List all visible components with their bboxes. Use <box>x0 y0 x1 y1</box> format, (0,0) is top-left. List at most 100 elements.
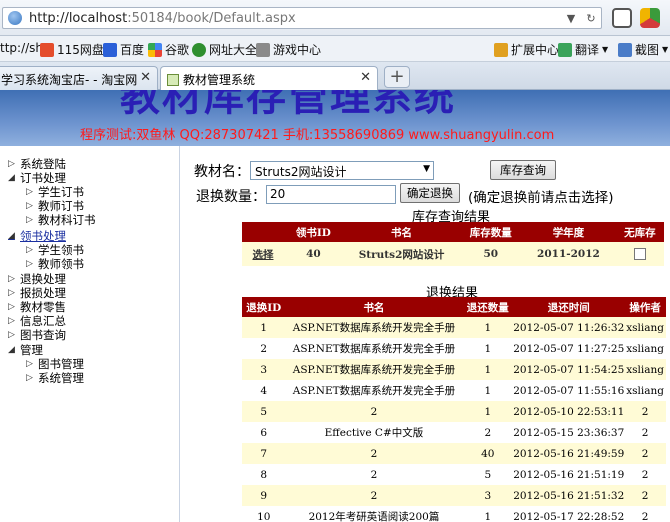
site-title: 教材库存管理系统 <box>120 90 456 120</box>
baidu-icon <box>103 42 117 57</box>
tab-textbook-system[interactable]: 教材管理系统 ✕ <box>160 66 378 90</box>
returns-cell: ASP.NET数据库系统开发完全手册 <box>285 359 463 380</box>
bookmark-item[interactable]: ttp://sh <box>0 41 43 55</box>
chevron-down-icon: ▼ <box>662 45 669 54</box>
sidebar-item[interactable]: ▷ 系统管理 <box>26 370 84 386</box>
chevron-down-icon: ▼ <box>602 45 609 54</box>
returns-col-header: 退还数量 <box>462 297 514 317</box>
bookmark-item[interactable]: 网址大全 <box>192 41 257 58</box>
stock-query-button[interactable]: 库存查询 <box>490 160 556 180</box>
returns-cell: Effective C#中文版 <box>285 422 463 443</box>
stock-col-header: 库存数量 <box>460 222 522 242</box>
collapsed-triangle-icon[interactable]: ▷ <box>26 215 38 225</box>
bookmark-item[interactable]: 百度 <box>103 41 144 58</box>
refresh-icon[interactable]: ↻ <box>583 12 599 26</box>
expanded-triangle-icon[interactable]: ◢ <box>8 345 20 355</box>
returns-cell: 1 <box>242 317 286 338</box>
returns-cell: 2 <box>624 422 666 443</box>
collapsed-triangle-icon[interactable]: ▷ <box>8 316 20 326</box>
returns-cell: 2 <box>285 401 463 422</box>
returns-cell: xsliang <box>624 380 666 401</box>
confirm-return-button[interactable]: 确定退换 <box>400 183 460 203</box>
returns-cell: 5 <box>462 464 514 485</box>
collapsed-triangle-icon[interactable]: ▷ <box>26 201 38 211</box>
bookmark-item[interactable]: 谷歌 <box>148 41 189 58</box>
extension-icon[interactable] <box>640 8 660 28</box>
returns-cell: 2 <box>624 443 666 464</box>
collapsed-triangle-icon[interactable]: ▷ <box>26 245 38 255</box>
bookmark-item[interactable]: 115网盘 <box>40 41 104 58</box>
returns-row: 9 2 3 2012-05-16 21:51:32 2 <box>242 485 666 506</box>
returns-cell: 7 <box>242 443 286 464</box>
returns-col-header: 退换ID <box>242 297 286 317</box>
dropdown-icon[interactable]: ▼ <box>563 12 579 26</box>
screenshot-button[interactable]: 截图 ▼ <box>618 41 668 58</box>
url-text[interactable]: http://localhost:50184/book/Default.aspx <box>29 11 296 26</box>
returns-cell: 5 <box>242 401 286 422</box>
url-host: http://localhost <box>29 11 128 26</box>
returns-cell: ASP.NET数据库系统开发完全手册 <box>285 317 463 338</box>
close-icon[interactable]: ✕ <box>140 70 151 85</box>
sidebar-item[interactable]: ▷ 教材科订书 <box>26 212 96 228</box>
stock-col-header: 领书ID <box>283 222 343 242</box>
gamepad-icon <box>256 42 270 57</box>
extensions-button[interactable]: 扩展中心 <box>494 41 559 58</box>
stock-row: 选择 40 Struts2网站设计 50 2011-2012 <box>242 242 664 266</box>
returns-cell: 2012-05-07 11:27:25 <box>513 338 625 359</box>
returns-cell: 2012-05-07 11:26:32 <box>513 317 625 338</box>
sidebar-item-label: 系统管理 <box>38 371 84 385</box>
quantity-label: 退换数量： <box>196 189 266 205</box>
site-credits: 程序测试:双鱼林 QQ:287307421 手机:13558690869 www… <box>80 128 555 143</box>
bookmarks-bar: ttp://sh 115网盘 百度 谷歌 网址大全 游戏中心 扩展中心 翻译 ▼ … <box>0 36 670 62</box>
returns-col-header: 书名 <box>285 297 463 317</box>
returns-cell: 3 <box>242 359 286 380</box>
tab-label: 教材管理系统 <box>183 73 256 87</box>
returns-row: 8 2 5 2012-05-16 21:51:19 2 <box>242 464 666 485</box>
returns-cell: 6 <box>242 422 286 443</box>
select-link[interactable]: 选择 <box>252 249 273 261</box>
chevron-down-icon: ▼ <box>423 164 430 174</box>
shield-icon[interactable] <box>612 8 632 28</box>
book-label: 教材名： <box>194 164 250 180</box>
returns-cell: 1 <box>462 380 514 401</box>
stock-id-cell: 40 <box>283 242 343 266</box>
returns-col-header: 操作者 <box>624 297 666 317</box>
book-select[interactable]: Struts2网站设计 ▼ <box>250 161 434 180</box>
returns-row: 3 ASP.NET数据库系统开发完全手册 1 2012-05-07 11:54:25 x… <box>242 359 666 380</box>
book-select-value: Struts2网站设计 <box>255 165 347 179</box>
tab-taobao[interactable]: 学习系统淘宝店- - 淘宝网 ✕ <box>0 66 158 90</box>
collapsed-triangle-icon[interactable]: ▷ <box>8 274 20 284</box>
expanded-triangle-icon[interactable]: ◢ <box>8 173 20 183</box>
sidebar-item[interactable]: ▷ 教师领书 <box>26 256 84 272</box>
returns-cell: 2 <box>624 401 666 422</box>
returns-cell: 2012-05-15 23:36:37 <box>513 422 625 443</box>
collapsed-triangle-icon[interactable]: ▷ <box>26 259 38 269</box>
collapsed-triangle-icon[interactable]: ▷ <box>26 187 38 197</box>
stock-year-cell: 2011-2012 <box>521 242 616 266</box>
collapsed-triangle-icon[interactable]: ▷ <box>8 288 20 298</box>
new-tab-button[interactable]: + <box>384 66 410 88</box>
sidebar-item[interactable]: ▷ 图书查询 <box>8 327 66 343</box>
collapsed-triangle-icon[interactable]: ▷ <box>26 373 38 383</box>
returns-cell: 2012-05-07 11:55:16 <box>513 380 625 401</box>
translate-button[interactable]: 翻译 ▼ <box>558 41 608 58</box>
collapsed-triangle-icon[interactable]: ▷ <box>8 302 20 312</box>
returns-cell: 2 <box>242 338 286 359</box>
quantity-input[interactable]: 20 <box>266 185 396 204</box>
collapsed-triangle-icon[interactable]: ▷ <box>8 330 20 340</box>
returns-table: 退换ID 书名 退还数量 退还时间 操作者 1 ASP.NET数据库系统开发完全手… <box>242 297 666 522</box>
no-stock-checkbox[interactable] <box>633 248 646 260</box>
collapsed-triangle-icon[interactable]: ▷ <box>8 159 20 169</box>
collapsed-triangle-icon[interactable]: ▷ <box>26 359 38 369</box>
returns-cell: 2 <box>285 464 463 485</box>
returns-cell: 1 <box>462 401 514 422</box>
address-field[interactable]: http://localhost:50184/book/Default.aspx… <box>2 7 602 29</box>
close-icon[interactable]: ✕ <box>360 70 371 85</box>
bookmark-label: 游戏中心 <box>273 43 322 57</box>
stock-name-cell: Struts2网站设计 <box>342 242 461 266</box>
stock-col-header: 学年度 <box>521 222 616 242</box>
returns-col-header: 退还时间 <box>513 297 625 317</box>
bookmark-item[interactable]: 游戏中心 <box>256 41 321 58</box>
expanded-triangle-icon[interactable]: ◢ <box>8 231 20 241</box>
returns-cell: 3 <box>462 485 514 506</box>
